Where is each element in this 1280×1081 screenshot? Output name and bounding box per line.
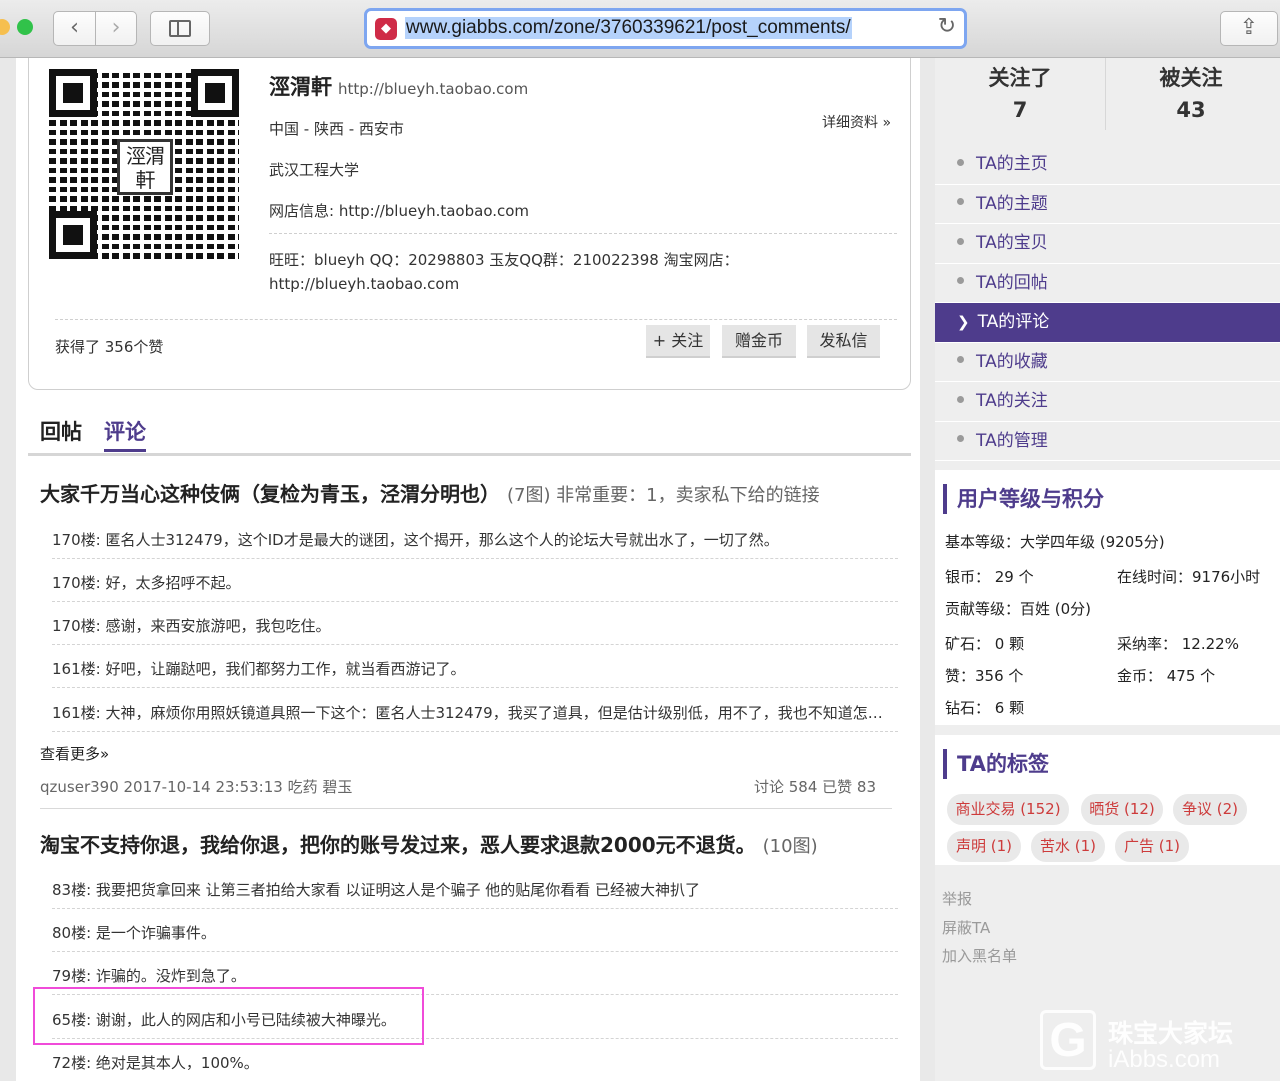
tag-item[interactable]: 苦水 (1) bbox=[1031, 831, 1105, 862]
reload-icon[interactable]: ↻ bbox=[938, 14, 956, 39]
gold-coins: 金币： 475 个 bbox=[1117, 667, 1216, 685]
report-link[interactable]: 举报 bbox=[942, 888, 972, 909]
comment-item[interactable]: 161楼: 大神，麻烦你用照妖镜道具照一下这个：匿名人士312479，我买了道具… bbox=[52, 702, 892, 723]
minimize-window-button[interactable] bbox=[0, 19, 10, 35]
back-button[interactable]: ‹ bbox=[53, 11, 96, 46]
tag-item[interactable]: 商业交易 (152) bbox=[947, 794, 1069, 825]
comment-item[interactable]: 170楼: 感谢，来西安旅游吧，我包吃住。 bbox=[52, 615, 892, 636]
blacklist-link[interactable]: 加入黑名单 bbox=[942, 945, 1017, 966]
comment-item[interactable]: 170楼: 匿名人士312479，这个ID才是最大的谜团，这个揭开，那么这个人的… bbox=[52, 529, 892, 550]
browser-toolbar: ‹ › ◆ www.giabbs.com/zone/3760339621/pos… bbox=[0, 0, 1280, 58]
profile-contact: 旺旺：blueyh QQ：20298803 玉友QQ群：210022398 淘宝… bbox=[269, 251, 739, 269]
sidebar: 关注了 7 被关注 43 TA的主页 TA的主题 TA的宝贝 TA的回帖 ❯ TA… bbox=[935, 58, 1280, 1081]
url-text[interactable]: www.giabbs.com/zone/3760339621/post_comm… bbox=[405, 17, 852, 39]
likes-count: 获得了 356个赞 bbox=[55, 338, 164, 356]
qr-code: 涇渭軒 bbox=[49, 69, 239, 259]
tag-item[interactable]: 声明 (1) bbox=[947, 831, 1021, 862]
level-title: 用户等级与积分 bbox=[943, 484, 1104, 514]
sidebar-item-home[interactable]: TA的主页 bbox=[935, 145, 1280, 185]
tag-item[interactable]: 争议 (2) bbox=[1173, 794, 1247, 825]
sidebar-item-favorites[interactable]: TA的收藏 bbox=[935, 342, 1280, 382]
sidebar-toggle-button[interactable] bbox=[150, 11, 210, 46]
share-button[interactable]: ⇪ bbox=[1220, 11, 1278, 46]
profile-site[interactable]: http://blueyh.taobao.com bbox=[338, 80, 528, 98]
contribution-level: 贡献等级：百姓 (0分) bbox=[945, 600, 1092, 618]
post-stats: 讨论 584 已赞 83 bbox=[754, 778, 877, 796]
post-title[interactable]: 大家千万当心这种伎俩（复检为青玉，泾渭分明也） (7图) 非常重要：1，卖家私下… bbox=[40, 478, 890, 507]
highlight-box bbox=[33, 987, 424, 1045]
sidebar-menu: TA的主页 TA的主题 TA的宝贝 TA的回帖 ❯ TA的评论 TA的收藏 TA的… bbox=[935, 145, 1280, 461]
online-time: 在线时间：9176小时 bbox=[1117, 568, 1261, 586]
zoom-window-button[interactable] bbox=[17, 19, 33, 35]
comment-item[interactable]: 83楼: 我要把货拿回来 让第三者拍给大家看 以证明这人是个骗子 他的贴尾你看看… bbox=[52, 879, 892, 900]
page-content: 涇渭軒 涇渭軒 http://blueyh.taobao.com 详细资料 » 中… bbox=[0, 58, 1280, 1081]
chevron-right-icon: ❯ bbox=[957, 313, 970, 331]
tags-panel: TA的标签 商业交易 (152) 晒货 (12) 争议 (2) 声明 (1) 苦… bbox=[935, 735, 1280, 865]
tab-comments[interactable]: 评论 bbox=[104, 416, 146, 452]
profile-school: 武汉工程大学 bbox=[269, 161, 360, 179]
comment-item[interactable]: 72楼: 绝对是其本人，100%。 bbox=[52, 1052, 892, 1073]
tag-item[interactable]: 晒货 (12) bbox=[1081, 794, 1163, 825]
diamond-count: 钻石： 6 颗 bbox=[945, 699, 1025, 717]
profile-location: 中国 - 陕西 - 西安市 bbox=[269, 120, 404, 138]
followers-count: 43 bbox=[1176, 98, 1206, 122]
profile-name: 涇渭軒 http://blueyh.taobao.com bbox=[269, 75, 529, 99]
basic-level: 基本等级：大学四年级 (9205分) bbox=[945, 533, 1165, 551]
private-message-button[interactable]: 发私信 bbox=[807, 325, 880, 358]
following-stat[interactable]: 关注了 7 bbox=[935, 58, 1105, 130]
follow-button[interactable]: + 关注 bbox=[646, 325, 710, 358]
chevron-right-icon: › bbox=[111, 15, 121, 40]
sidebar-item-comments[interactable]: ❯ TA的评论 bbox=[935, 303, 1280, 343]
comment-item[interactable]: 79楼: 诈骗的。没炸到急了。 bbox=[52, 965, 892, 986]
comment-item[interactable]: 170楼: 好，太多招呼不起。 bbox=[52, 572, 892, 593]
sidebar-item-following[interactable]: TA的关注 bbox=[935, 382, 1280, 422]
following-count: 7 bbox=[1012, 98, 1028, 122]
followers-stat[interactable]: 被关注 43 bbox=[1106, 58, 1276, 130]
gift-coin-button[interactable]: 赠金币 bbox=[722, 325, 796, 358]
tags-title: TA的标签 bbox=[943, 749, 1049, 779]
tag-item[interactable]: 广告 (1) bbox=[1115, 831, 1189, 862]
sidebar-item-manage[interactable]: TA的管理 bbox=[935, 421, 1280, 461]
level-panel: 用户等级与积分 基本等级：大学四年级 (9205分) 银币： 29 个 在线时间… bbox=[935, 470, 1280, 725]
detail-info-link[interactable]: 详细资料 » bbox=[822, 112, 891, 132]
ore-count: 矿石： 0 颗 bbox=[945, 635, 1025, 653]
post-meta: qzuser390 2017-10-14 23:53:13 吃药 碧玉 bbox=[40, 778, 353, 796]
post-summary: (7图) 非常重要：1，卖家私下给的链接 bbox=[506, 485, 820, 506]
comment-item[interactable]: 161楼: 好吧，让蹦跶吧，我们都努力工作，就当看西游记了。 bbox=[52, 658, 892, 679]
profile-shop: 网店信息: http://blueyh.taobao.com bbox=[269, 202, 530, 220]
profile-contact-link[interactable]: http://blueyh.taobao.com bbox=[269, 275, 459, 293]
sidebar-item-replies[interactable]: TA的回帖 bbox=[935, 263, 1280, 303]
adopt-rate: 采纳率： 12.22% bbox=[1117, 635, 1239, 653]
sidebar-item-treasures[interactable]: TA的宝贝 bbox=[935, 224, 1280, 264]
sidebar-icon bbox=[169, 20, 191, 37]
see-more-link[interactable]: 查看更多» bbox=[40, 743, 109, 764]
block-link[interactable]: 屏蔽TA bbox=[942, 917, 990, 938]
post-title[interactable]: 淘宝不支持你退，我给你退，把你的账号发过来，恶人要求退款2000元不退货。 (1… bbox=[40, 829, 890, 858]
shop-seal-logo: 涇渭軒 bbox=[117, 139, 173, 195]
comment-item[interactable]: 80楼: 是一个诈骗事件。 bbox=[52, 922, 892, 943]
post-summary: (10图) bbox=[762, 836, 818, 857]
forward-button[interactable]: › bbox=[95, 11, 137, 46]
sidebar-item-topics[interactable]: TA的主题 bbox=[935, 184, 1280, 224]
tab-replies[interactable]: 回帖 bbox=[40, 416, 82, 446]
address-bar[interactable]: ◆ www.giabbs.com/zone/3760339621/post_co… bbox=[364, 8, 967, 49]
share-icon: ⇪ bbox=[1239, 15, 1259, 40]
profile-card: 涇渭軒 涇渭軒 http://blueyh.taobao.com 详细资料 » 中… bbox=[28, 58, 911, 390]
zan-count: 赞：356 个 bbox=[945, 667, 1024, 685]
chevron-left-icon: ‹ bbox=[70, 15, 79, 40]
gem-icon: ◆ bbox=[375, 18, 397, 40]
silver-coins: 银币： 29 个 bbox=[945, 568, 1034, 586]
